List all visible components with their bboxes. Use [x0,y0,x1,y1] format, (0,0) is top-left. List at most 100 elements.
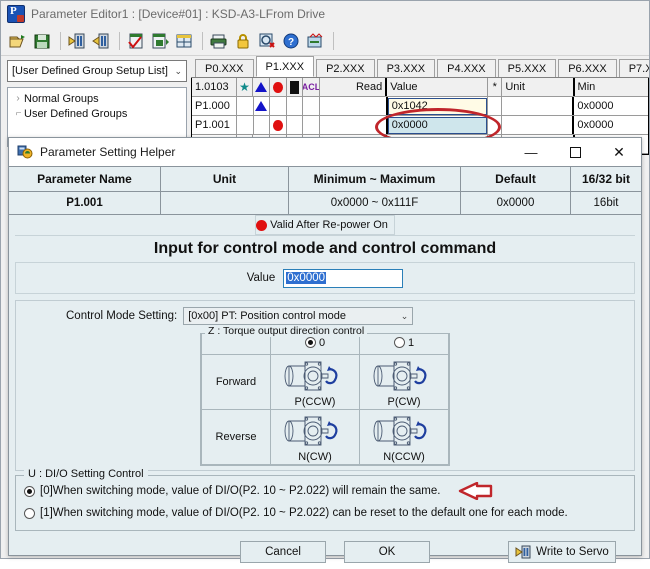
ok-button[interactable]: OK [344,541,430,563]
grid-row-value-cell[interactable]: 0x1042 [387,97,488,115]
tab-p4[interactable]: P4.XXX [437,59,496,77]
close-button[interactable]: ✕ [597,138,641,166]
group-setup-list-combo[interactable]: [User Defined Group Setup List] ⌄ [7,60,187,82]
tree-item-normal-groups[interactable]: › Normal Groups [12,91,186,106]
tree-line-icon: ⌐ [15,108,22,119]
grid-row-id: P1.000 [192,97,237,115]
grid-header-id: 1.0103 [192,78,237,96]
triangle-icon[interactable] [253,78,270,96]
tab-p3[interactable]: P3.XXX [376,59,436,77]
dio-setting-group: U : DI/O Setting Control [0]When switchi… [15,468,635,531]
grid-row-value-cell[interactable]: 0x0000 [387,116,488,134]
valid-after-repower-text: Valid After Re-power On [270,219,388,231]
write-to-servo-label: Write to Servo [536,546,609,558]
tab-p1[interactable]: P1.XXX [255,56,315,77]
toolbar-separator [202,32,203,50]
torque-row-label: Reverse [201,409,271,465]
servo-motor-cw-icon: N(CW) [270,409,360,465]
write-to-servo-button[interactable]: Write to Servo [508,541,616,563]
torque-option-1[interactable]: 1 [359,333,449,355]
value-input[interactable]: 0x0000 [283,268,404,288]
tab-p6[interactable]: P6.XXX [558,59,617,77]
main-toolbar: ? [1,27,649,56]
row-flag-cell [287,116,304,134]
star-icon[interactable]: ★ [237,78,254,96]
screen-root: Parameter Editor1 : [Device#01] : KSD-A3… [0,0,650,563]
tree-item-user-defined-groups[interactable]: ⌐ User Defined Groups [12,106,186,121]
row-flag-cell [270,97,287,115]
tab-p7[interactable]: P7.XXX [618,59,649,77]
tree-item-label: User Defined Groups [24,107,128,120]
cancel-button[interactable]: Cancel [240,541,326,563]
parameter-info-table: Parameter Name P1.001 Unit Minimum ~ Max… [9,166,641,215]
print-icon[interactable] [208,30,230,52]
servo-motor-cw-icon: P(CW) [359,354,449,410]
radio-dio-0[interactable] [24,485,35,497]
group-combo-value: [User Defined Group Setup List] [12,65,168,77]
parameter-setting-helper-dialog: Parameter Setting Helper — ✕ Parameter N… [8,137,642,563]
dialog-title-bar: Parameter Setting Helper — ✕ [9,138,641,166]
dio-option-0[interactable]: [0]When switching mode, value of DI/O(P2… [16,480,634,502]
grid-header-unit: Unit [502,78,575,96]
radio-z-1[interactable] [393,337,405,349]
save-icon[interactable] [31,30,53,52]
expand-chevron-icon[interactable]: › [12,93,24,104]
main-window-title: Parameter Editor1 : [Device#01] : KSD-A3… [31,7,326,21]
lock-icon[interactable] [232,30,254,52]
column-header: 16/32 bit [571,167,641,192]
torque-cell-caption: N(CCW) [383,450,425,463]
radio-z-1-label: 1 [407,336,415,349]
table-cell: P1.001 [9,192,160,215]
torque-cell-caption: P(CCW) [294,395,336,408]
grid-row-read [320,97,388,115]
dio-option-1[interactable]: [1]When switching mode, value of DI/O(P2… [16,502,634,524]
table-row[interactable]: P1.000 0x1042 0x0000 [192,97,648,116]
save-params-icon[interactable] [149,30,171,52]
valid-after-repower-row: Valid After Re-power On [9,215,641,235]
grid-row-star [488,97,502,115]
dio-setting-legend: U : DI/O Setting Control [24,468,148,480]
row-flag-cell [303,116,321,134]
tab-p2[interactable]: P2.XXX [316,59,375,77]
grid-header-read: Read [320,78,388,96]
control-mode-select[interactable]: [0x00] PT: Position control mode ⌄ [183,307,414,325]
grid-icon[interactable] [173,30,195,52]
acl-icon[interactable]: ACL [303,78,320,96]
toolbar-separator [119,32,120,50]
table-row[interactable]: P1.001 0x0000 0x0000 [192,116,648,135]
grid-row-value[interactable]: 0x0000 [387,116,487,134]
write-to-servo-icon [515,545,531,559]
info-col-default: Default 0x0000 [461,167,571,215]
tools-icon[interactable] [304,30,326,52]
control-mode-panel: Control Mode Setting: [0x00] PT: Positio… [15,300,635,471]
open-icon[interactable] [7,30,29,52]
dialog-button-row: Cancel OK Write to Servo [9,535,641,569]
radio-z-0[interactable] [304,337,316,349]
block-icon[interactable] [287,78,304,96]
row-flag-cell [303,97,321,115]
tab-p0[interactable]: P0.XXX [195,59,254,77]
find-icon[interactable] [256,30,278,52]
circle-icon [270,116,287,134]
row-flag-cell [237,97,254,115]
verify-icon[interactable] [125,30,147,52]
toolbar-separator [60,32,61,50]
grid-header-min: Min [577,81,596,93]
tab-p5[interactable]: P5.XXX [497,59,557,77]
servo-motor-ccw-icon: P(CCW) [270,354,360,410]
minimize-button[interactable]: — [509,138,553,166]
circle-icon[interactable] [270,78,287,96]
export-icon[interactable] [90,30,112,52]
torque-direction-table: 0 1 Forward P(CCW) P(CW) Reverse N(CW) N… [201,333,449,465]
column-header: Parameter Name [9,167,160,192]
grid-row-unit [502,97,575,115]
row-flag-cell [287,97,304,115]
help-icon[interactable]: ? [280,30,302,52]
grid-row-value[interactable]: 0x1042 [387,97,487,115]
chevron-down-icon: ⌄ [174,65,182,76]
maximize-button[interactable] [553,138,597,166]
triangle-icon [254,97,271,115]
radio-dio-1[interactable] [24,507,35,519]
import-icon[interactable] [66,30,88,52]
red-arrow-annotation [457,481,493,501]
